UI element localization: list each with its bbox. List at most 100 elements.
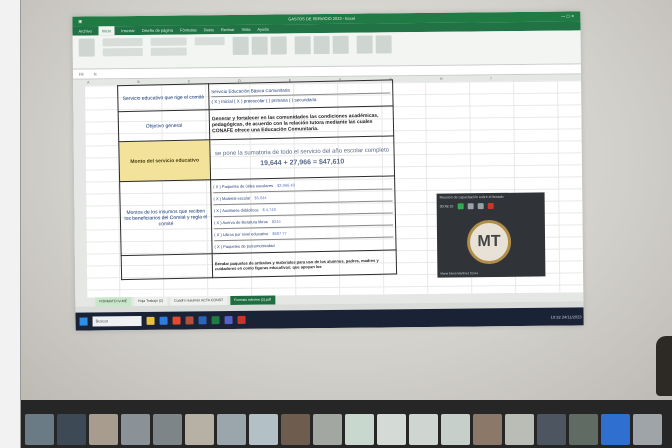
participant-thumbnail[interactable] [57, 414, 86, 445]
participant-thumbnail[interactable] [249, 414, 278, 445]
tab-ayuda[interactable]: Ayuda [257, 25, 268, 34]
clock-date: 24/11/2023 [561, 313, 582, 320]
participant-thumbnail[interactable] [569, 414, 598, 445]
participant-thumbnail[interactable] [217, 414, 246, 445]
windows-start-icon[interactable] [79, 317, 88, 326]
name-box[interactable]: F8 [79, 70, 84, 79]
participant-thumbnail[interactable] [281, 414, 310, 445]
find-select-icon[interactable] [375, 35, 392, 54]
teams-icon[interactable] [224, 316, 233, 325]
participant-thumbnail[interactable] [121, 414, 150, 445]
ribbon-group-number [194, 37, 225, 64]
ribbon-group-align [150, 37, 187, 64]
format-cells-icon[interactable] [332, 35, 349, 54]
align-buttons-top[interactable] [150, 37, 187, 46]
excel-icon[interactable] [211, 316, 220, 325]
tab-insertar[interactable]: Insertar [121, 26, 135, 35]
participant-thumbnail[interactable] [409, 414, 438, 445]
table-cell-value[interactable]: Servicio Educación Básica Comunitaria ( … [208, 79, 394, 110]
pdf-icon[interactable] [237, 315, 246, 324]
left-border [0, 0, 21, 448]
table-cell-label[interactable]: Monto del servicio educativo [118, 139, 211, 182]
participant-thumbnail[interactable] [505, 414, 534, 445]
tab-formulas[interactable]: Fórmulas [180, 25, 197, 34]
ribbon-group-font [102, 37, 143, 65]
tab-vista[interactable]: Vista [242, 25, 251, 34]
ribbon-group-styles [232, 36, 287, 64]
paste-icon[interactable] [78, 38, 95, 57]
table-format-icon[interactable] [251, 36, 268, 55]
participant-thumbnail[interactable] [89, 414, 118, 445]
call-controls: 00:48:15 [437, 200, 545, 211]
objective-text: Generar y fortalecer en las comunidades … [211, 112, 379, 134]
table-cell-value[interactable]: ( X ) Paquetes de útiles escolares $3,966… [210, 175, 397, 254]
participant-thumbnail[interactable] [185, 414, 214, 445]
ribbon-group-editing [356, 35, 392, 62]
chrome-icon[interactable] [172, 316, 181, 325]
hang-up-icon[interactable] [487, 202, 494, 210]
edge-icon[interactable] [159, 316, 168, 325]
excel-logo-icon: ▣ [78, 18, 83, 24]
projected-screen: ▣ GASTOS DE SERVICIO 2023 - Excel — ▢ ✕ … [72, 11, 584, 331]
table-cell-value[interactable]: Brindar paquetes de artículos y material… [212, 249, 397, 278]
fx-icon: fx [93, 71, 97, 77]
avatar: MT [466, 219, 512, 265]
participant-thumbnail[interactable] [537, 414, 566, 445]
sheet-tab-1[interactable]: FORMATO IV-ME [95, 297, 132, 307]
table-cell-label[interactable]: Montos de los insumos que reciben los be… [119, 179, 213, 256]
participant-thumbnail[interactable] [633, 414, 662, 445]
table-row: Brindar paquetes de artículos y material… [121, 249, 397, 280]
taskbar-search-input[interactable]: Buscar [92, 315, 142, 327]
participant-thumbnail[interactable] [25, 414, 54, 445]
participant-thumbnail[interactable] [377, 414, 406, 445]
cell-styles-icon[interactable] [270, 36, 287, 55]
table-row: Monto del servicio educativo se pone la … [118, 135, 395, 182]
sort-filter-icon[interactable] [356, 35, 373, 54]
service-levels: ( X ) Inicial ( X ) preescolar ( ) prima… [211, 92, 391, 105]
table-cell-label[interactable]: Servicio educativo que rige el comité [117, 83, 210, 112]
conditional-format-icon[interactable] [232, 36, 249, 55]
table-cell-value[interactable]: Generar y fortalecer en las comunidades … [209, 105, 394, 140]
delete-cells-icon[interactable] [313, 35, 330, 55]
system-tray[interactable]: 10:32 24/11/2023 [551, 314, 584, 319]
monto-formula: 19,644 + 27,966 = $47,610 [260, 158, 345, 168]
tab-inicio[interactable]: Inicio [98, 26, 115, 36]
sheet-tab-2[interactable]: Hoja Trabajo (2) [133, 296, 168, 307]
tab-diseno[interactable]: Diseño de página [142, 26, 173, 35]
participant-thumbnail[interactable] [153, 414, 182, 445]
word-icon[interactable] [198, 316, 207, 325]
table-cell-label[interactable] [121, 253, 213, 280]
share-screen-icon[interactable] [477, 203, 484, 210]
table-cell-value[interactable]: se pone la sumatoria de todo el servicio… [209, 135, 395, 180]
participant-name: María Elena Martínez Torres [440, 271, 479, 276]
table-cell-label[interactable]: Objetivo general [118, 109, 210, 142]
font-format-buttons[interactable] [102, 47, 143, 57]
table-row: Montos de los insumos que reciben los be… [119, 175, 397, 256]
clock-time: 10:32 [550, 314, 561, 320]
sheet-tab-4[interactable]: Formato informe (2).pdf [230, 295, 275, 306]
file-explorer-icon[interactable] [146, 316, 155, 325]
ribbon-group-cells [294, 35, 349, 64]
font-selector[interactable] [102, 37, 143, 47]
tab-archivo[interactable]: Archivo [78, 26, 91, 35]
participant-thumbnail[interactable] [441, 414, 470, 445]
number-format-selector[interactable] [194, 37, 225, 46]
camera-icon[interactable] [467, 203, 474, 210]
align-buttons-bottom[interactable] [150, 47, 187, 56]
participant-thumbnail[interactable] [345, 414, 374, 445]
video-call-window[interactable]: Reunión de capacitación sobre el llenado… [436, 192, 546, 278]
ribbon-group-clipboard [78, 38, 95, 65]
monto-description: se pone la sumatoria de todo el servicio… [214, 147, 390, 158]
tab-revisar[interactable]: Revisar [221, 25, 235, 34]
mic-icon[interactable] [457, 203, 464, 210]
powerpoint-icon[interactable] [185, 316, 194, 325]
services-table: Servicio educativo que rige el comité Se… [117, 79, 397, 280]
insert-cells-icon[interactable] [294, 36, 311, 55]
participant-thumbnail[interactable] [601, 414, 630, 445]
call-timer: 00:48:15 [439, 204, 454, 209]
participant-thumbnail[interactable] [473, 414, 502, 445]
tab-datos[interactable]: Datos [204, 25, 215, 34]
participant-thumbnail[interactable] [313, 414, 342, 445]
participant-thumbnail-strip [21, 400, 672, 448]
window-controls[interactable]: — ▢ ✕ [561, 11, 574, 21]
